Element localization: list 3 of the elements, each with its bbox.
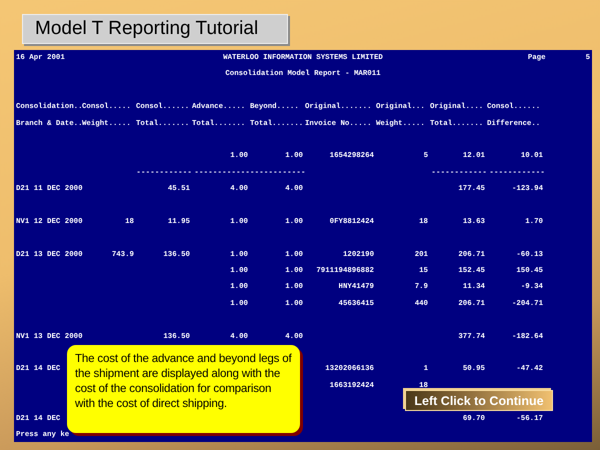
continue-button[interactable]: Left Click to Continue [405,390,553,411]
callout-note: The cost of the advance and beyond legs of the shipment are displayed along with the cost of the consolidation for comparison with the cost of direct shipping. [67,345,300,433]
slide-title: Model T Reporting Tutorial [22,14,288,44]
